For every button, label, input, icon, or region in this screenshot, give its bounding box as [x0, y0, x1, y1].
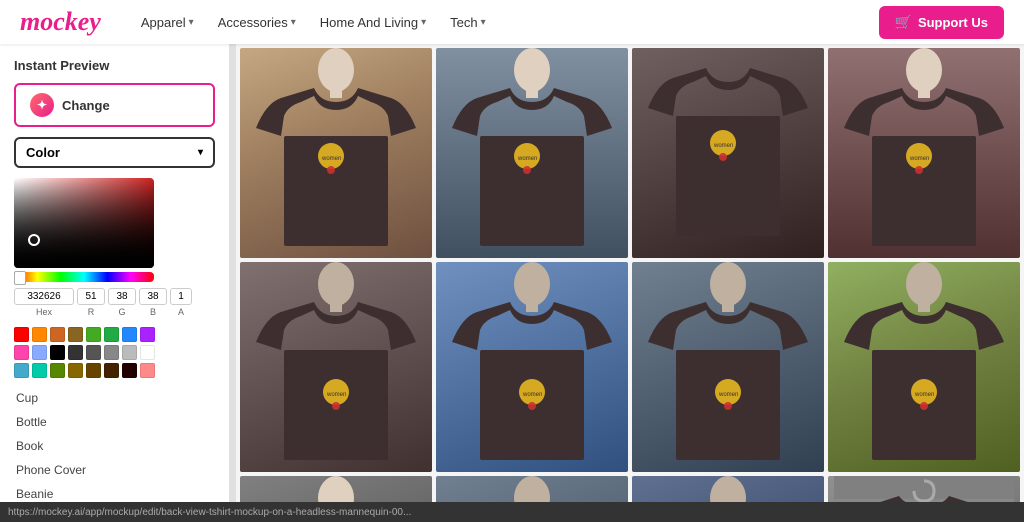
color-swatch[interactable] — [32, 327, 47, 342]
chevron-down-icon: ▾ — [189, 17, 194, 28]
a-input[interactable] — [170, 288, 192, 305]
color-swatch[interactable] — [32, 363, 47, 378]
svg-text:women: women — [718, 392, 738, 398]
nav-label-home-living: Home And Living — [320, 15, 418, 30]
svg-text:women: women — [713, 143, 733, 149]
svg-text:women: women — [914, 392, 934, 398]
color-gradient-picker[interactable] — [14, 178, 154, 268]
grid-item[interactable]: women — [632, 48, 824, 258]
color-swatch[interactable] — [122, 327, 137, 342]
color-swatch[interactable] — [122, 345, 137, 360]
color-swatch[interactable] — [86, 363, 101, 378]
nav-label-apparel: Apparel — [141, 15, 186, 30]
grid-item[interactable]: women — [240, 262, 432, 472]
color-swatch[interactable] — [14, 345, 29, 360]
nav-item-home-living[interactable]: Home And Living ▾ — [310, 9, 436, 36]
change-btn-label: Change — [62, 98, 110, 113]
sidebar-list-item[interactable]: Beanie — [14, 482, 215, 502]
color-swatch[interactable] — [86, 327, 101, 342]
nav-label-tech: Tech — [450, 15, 477, 30]
color-swatch[interactable] — [50, 363, 65, 378]
grid-item[interactable]: women — [828, 476, 1020, 502]
chevron-down-icon: ▾ — [481, 17, 486, 28]
color-swatch[interactable] — [104, 345, 119, 360]
status-url: https://mockey.ai/app/mockup/edit/back-v… — [8, 507, 411, 518]
grid-item[interactable]: women — [632, 476, 824, 502]
sidebar-list-item[interactable]: Book — [14, 434, 215, 458]
color-swatch[interactable] — [68, 363, 83, 378]
color-swatch[interactable] — [32, 345, 47, 360]
color-dropdown[interactable]: Color ▾ — [14, 137, 215, 168]
r-input[interactable] — [77, 288, 105, 305]
nav-item-tech[interactable]: Tech ▾ — [440, 9, 496, 36]
color-cursor[interactable] — [28, 234, 40, 246]
nav-item-apparel[interactable]: Apparel ▾ — [131, 9, 204, 36]
a-label: A — [170, 307, 192, 317]
change-button[interactable]: ✦ Change — [14, 83, 215, 127]
color-swatch[interactable] — [50, 345, 65, 360]
grid-item[interactable]: women — [828, 48, 1020, 258]
instant-preview-title: Instant Preview — [14, 58, 215, 73]
hex-label: Hex — [14, 307, 74, 317]
color-swatch[interactable] — [140, 363, 155, 378]
hex-input[interactable] — [14, 288, 74, 305]
grid-item[interactable]: women — [632, 262, 824, 472]
svg-text:women: women — [909, 156, 929, 162]
g-label: G — [108, 307, 136, 317]
color-swatch[interactable] — [140, 345, 155, 360]
color-labels: Hex R G B A — [14, 307, 215, 317]
image-grid: women women women — [236, 44, 1024, 502]
b-input[interactable] — [139, 288, 167, 305]
sidebar-list-item[interactable]: Phone Cover — [14, 458, 215, 482]
color-swatch[interactable] — [68, 345, 83, 360]
svg-text:women: women — [517, 156, 537, 162]
color-swatch[interactable] — [140, 327, 155, 342]
grid-item[interactable]: women — [436, 48, 628, 258]
grid-item[interactable]: women — [436, 476, 628, 502]
logo[interactable]: mockey — [20, 7, 101, 37]
main-content: Instant Preview ✦ Change Color ▾ — [0, 44, 1024, 502]
chevron-down-icon: ▾ — [291, 17, 296, 28]
nav-label-accessories: Accessories — [218, 15, 288, 30]
dropdown-arrow-icon: ▾ — [198, 147, 203, 158]
color-swatch[interactable] — [14, 363, 29, 378]
chevron-down-icon: ▾ — [421, 17, 426, 28]
sidebar-list: CupBottleBookPhone CoverBeanieGaming Pad — [14, 386, 215, 502]
color-inputs — [14, 288, 215, 305]
svg-text:women: women — [326, 392, 346, 398]
grid-item[interactable]: women — [828, 262, 1020, 472]
color-dropdown-label: Color — [26, 145, 60, 160]
hue-bar[interactable] — [14, 272, 154, 282]
svg-text:women: women — [522, 392, 542, 398]
header: mockey Apparel ▾ Accessories ▾ Home And … — [0, 0, 1024, 44]
sidebar: Instant Preview ✦ Change Color ▾ — [0, 44, 230, 502]
r-label: R — [77, 307, 105, 317]
support-button[interactable]: 🛒 Support Us — [879, 6, 1005, 39]
color-swatch[interactable] — [68, 327, 83, 342]
change-icon: ✦ — [30, 93, 54, 117]
support-btn-label: Support Us — [918, 15, 988, 30]
grid-item[interactable]: women — [240, 476, 432, 502]
sidebar-list-item[interactable]: Bottle — [14, 410, 215, 434]
color-swatch[interactable] — [86, 345, 101, 360]
grid-item[interactable]: women — [436, 262, 628, 472]
nav-item-accessories[interactable]: Accessories ▾ — [208, 9, 306, 36]
color-swatch[interactable] — [14, 327, 29, 342]
g-input[interactable] — [108, 288, 136, 305]
color-swatch[interactable] — [50, 327, 65, 342]
statusbar: https://mockey.ai/app/mockup/edit/back-v… — [0, 502, 1024, 522]
color-picker: Hex R G B A — [14, 178, 215, 317]
grid-item[interactable]: women — [240, 48, 432, 258]
color-swatches — [14, 327, 154, 378]
color-swatch[interactable] — [104, 327, 119, 342]
color-swatch[interactable] — [122, 363, 137, 378]
cart-icon: 🛒 — [895, 14, 912, 31]
color-swatch[interactable] — [104, 363, 119, 378]
main-nav: Apparel ▾ Accessories ▾ Home And Living … — [131, 9, 879, 36]
svg-text:women: women — [321, 156, 341, 162]
sidebar-list-item[interactable]: Cup — [14, 386, 215, 410]
b-label: B — [139, 307, 167, 317]
